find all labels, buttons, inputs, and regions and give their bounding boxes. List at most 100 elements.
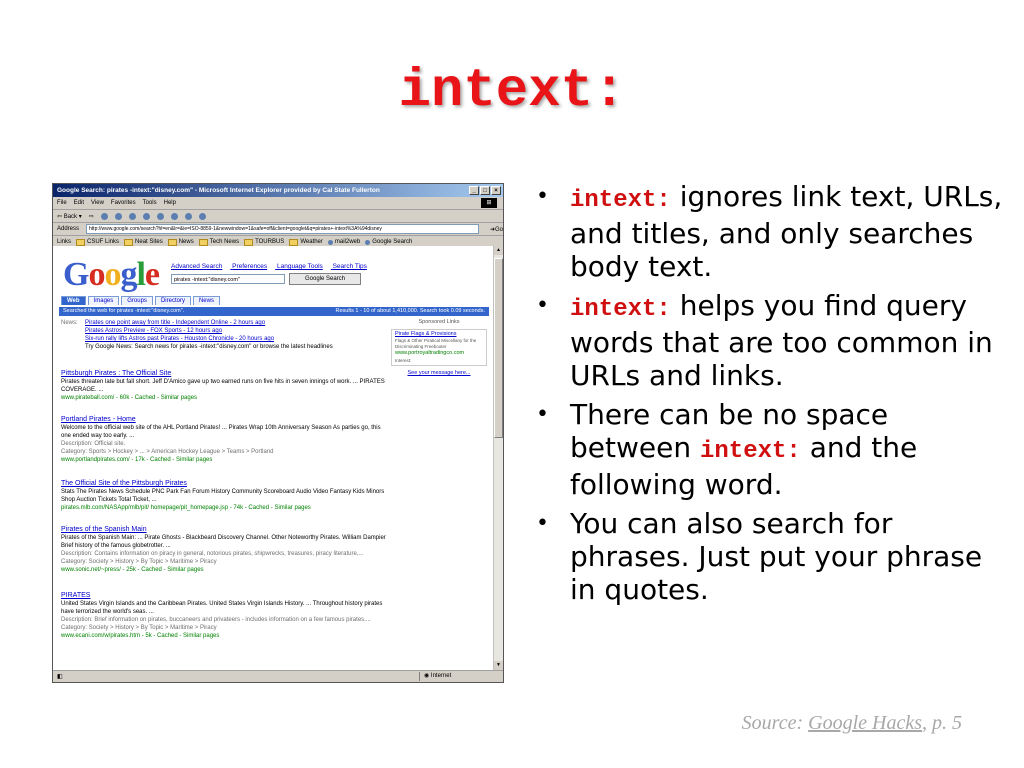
result-title[interactable]: Pirates of the Spanish Main — [61, 526, 391, 534]
google-logo[interactable]: Google — [63, 256, 160, 294]
link-tourbus[interactable]: TOURBUS — [244, 238, 285, 246]
ad-interest: Interest: — [395, 358, 412, 363]
bullet-item: • intext: ignores link text, URLs, and t… — [536, 180, 1016, 283]
source-book-link[interactable]: Google Hacks — [808, 712, 922, 734]
history-icon[interactable] — [170, 212, 178, 220]
news-item[interactable]: Pirates one point away from title - Inde… — [85, 319, 391, 327]
result-snippet: Stats The Pirates News Schedule PNC Park… — [61, 489, 385, 503]
forward-icon[interactable]: ⇨ — [89, 213, 94, 220]
preferences-link[interactable]: Preferences — [232, 263, 267, 270]
status-text: Internet — [430, 673, 452, 679]
close-button[interactable]: × — [491, 186, 501, 195]
link-label: Tech News — [209, 239, 240, 245]
logo-letter: l — [136, 256, 146, 293]
tab-web[interactable]: Web — [61, 296, 86, 305]
ad-box[interactable]: Pirate Flags & Provisions Flags & Other … — [391, 329, 487, 366]
result-url: www.ecani.com/w/pirates.htm - 5k - Cache… — [61, 633, 220, 639]
result-title[interactable]: The Official Site of the Pittsburgh Pira… — [61, 480, 391, 488]
print-icon[interactable] — [198, 212, 206, 220]
scroll-up-icon[interactable]: ▲ — [494, 246, 503, 255]
bullet-item: • You can also search for phrases. Just … — [536, 507, 1016, 606]
link-news[interactable]: News — [167, 238, 194, 246]
stop-icon[interactable] — [100, 212, 108, 220]
results-header-bar: Searched the web for pirates -intext:"di… — [59, 307, 489, 316]
mail-icon[interactable] — [184, 212, 192, 220]
slide-title: intext: — [398, 61, 626, 122]
google-tabs: Web Images Groups Directory News — [61, 296, 220, 305]
see-message-link[interactable]: See your message here... — [391, 370, 487, 377]
link-google-search[interactable]: Google Search — [365, 239, 412, 245]
scroll-down-icon[interactable]: ▼ — [494, 661, 503, 670]
tab-images[interactable]: Images — [87, 296, 120, 305]
result-item: The Official Site of the Pittsburgh Pira… — [61, 480, 391, 512]
go-button[interactable]: ➜Go — [490, 226, 503, 233]
result-category: Category: Society > History > By Topic >… — [61, 559, 217, 565]
folder-icon — [244, 238, 254, 246]
link-mail2web[interactable]: mail2web — [327, 239, 360, 245]
scroll-thumb[interactable] — [494, 258, 503, 438]
news-item[interactable]: Pirates Astros Preview - FOX Sports - 12… — [85, 327, 391, 335]
result-snippet: Pirates of the Spanish Main: ... Pirate … — [61, 535, 386, 549]
language-tools-link[interactable]: Language Tools — [277, 263, 323, 270]
news-block: News: Pirates one point away from title … — [61, 319, 391, 351]
link-weather[interactable]: Weather — [289, 238, 323, 246]
link-label: TOURBUS — [255, 239, 285, 245]
result-title[interactable]: Pittsburgh Pirates : The Official Site — [61, 370, 391, 378]
logo-letter: o — [88, 256, 105, 293]
source-citation: Source: Google Hacks, p. 5 — [742, 712, 962, 735]
page-icon: ◧ — [57, 674, 63, 680]
refresh-icon[interactable] — [114, 212, 122, 220]
search-tips-link[interactable]: Search Tips — [333, 263, 367, 270]
result-url: pirates.mlb.com/NASApp/mlb/pit/ homepage… — [61, 505, 311, 511]
minimize-button[interactable]: _ — [469, 186, 479, 195]
google-top-links: Advanced Search Preferences Language Too… — [171, 263, 375, 270]
result-title[interactable]: PIRATES — [61, 592, 391, 600]
address-input[interactable]: http://www.google.com/search?hl=en&lr=&i… — [86, 224, 479, 234]
menu-bar: File Edit View Favorites Tools Help ⊞ — [53, 197, 503, 210]
link-neat-sites[interactable]: Neat Sites — [124, 238, 163, 246]
menu-favorites[interactable]: Favorites — [111, 200, 136, 206]
bullet-list: • intext: ignores link text, URLs, and t… — [536, 180, 1016, 612]
status-bar: ◧ ◉ Internet — [53, 670, 503, 682]
menu-edit[interactable]: Edit — [74, 200, 84, 206]
menu-help[interactable]: Help — [164, 200, 176, 206]
result-snippet: Pirates threaten late but fall short. Je… — [61, 379, 385, 393]
link-csuf[interactable]: CSUF Links — [76, 238, 120, 246]
favorites-icon[interactable] — [156, 212, 164, 220]
logo-letter: o — [104, 256, 121, 293]
search-icon[interactable] — [142, 212, 150, 220]
link-label: CSUF Links — [87, 239, 120, 245]
home-icon[interactable] — [128, 212, 136, 220]
link-tech-news[interactable]: Tech News — [198, 238, 240, 246]
globe-icon — [327, 239, 333, 245]
link-label: Neat Sites — [135, 239, 163, 245]
news-item[interactable]: Six-run rally lifts Astros past Pirates … — [85, 335, 391, 343]
address-label: Address — [57, 226, 80, 232]
browser-title: Google Search: pirates -intext:"disney.c… — [57, 187, 380, 194]
bullet-icon: • — [536, 184, 549, 209]
link-label: News — [178, 239, 194, 245]
back-button[interactable]: ⇦ Back ▾ — [57, 213, 82, 220]
windows-logo-icon: ⊞ — [481, 198, 497, 208]
menu-file[interactable]: File — [57, 200, 67, 206]
google-search-button[interactable]: Google Search — [289, 273, 361, 285]
ad-title[interactable]: Pirate Flags & Provisions — [395, 331, 483, 338]
menu-view[interactable]: View — [91, 200, 104, 206]
bullet-icon: • — [536, 511, 549, 536]
advanced-search-link[interactable]: Advanced Search — [171, 263, 222, 270]
tab-directory[interactable]: Directory — [154, 296, 191, 305]
result-item: PIRATES United States Virgin Islands and… — [61, 592, 391, 640]
ad-url: www.portroyaltradingco.com — [395, 350, 465, 356]
maximize-button[interactable]: □ — [480, 186, 490, 195]
vertical-scrollbar[interactable]: ▲ ▼ — [493, 246, 503, 670]
go-label: Go — [494, 226, 503, 233]
tab-groups[interactable]: Groups — [121, 296, 153, 305]
code-term: intext: — [570, 296, 671, 323]
menu-tools[interactable]: Tools — [143, 200, 157, 206]
news-item[interactable]: Try Google News: Search news for pirates… — [85, 343, 391, 351]
result-item: Portland Pirates - Home Welcome to the o… — [61, 416, 391, 464]
globe-icon — [365, 239, 371, 245]
google-search-input[interactable]: pirates -intext:"disney.com" — [171, 274, 285, 284]
result-title[interactable]: Portland Pirates - Home — [61, 416, 391, 424]
tab-news[interactable]: News — [192, 296, 220, 305]
